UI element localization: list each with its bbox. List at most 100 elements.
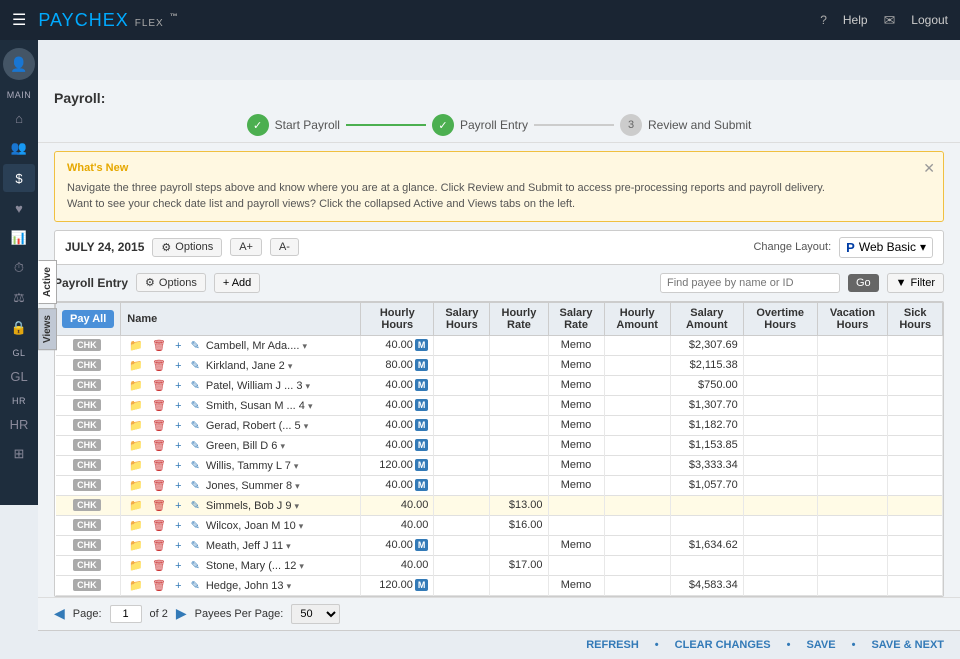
entry-options-button[interactable]: ⚙ Options [136,273,206,292]
delete-icon[interactable]: 🗑 [149,419,169,433]
folder-icon[interactable]: 📁 [126,339,146,353]
hamburger-icon[interactable]: ☰ [12,10,26,30]
save-link[interactable]: SAVE [806,639,835,651]
chevron-down-icon[interactable]: ▾ [295,501,300,511]
next-page-button[interactable]: ▶ [176,605,187,622]
folder-icon[interactable]: 📁 [126,519,146,533]
chevron-down-icon[interactable]: ▾ [308,401,313,411]
delete-icon[interactable]: 🗑 [149,499,169,513]
edit-icon[interactable]: ✎ [188,399,203,413]
increase-font-button[interactable]: A+ [230,238,262,256]
help-link[interactable]: Help [843,13,868,27]
folder-icon[interactable]: 📁 [126,579,146,593]
pay-all-button[interactable]: Pay All [62,310,114,328]
date-options-button[interactable]: ⚙ Options [152,238,222,257]
folder-icon[interactable]: 📁 [126,399,146,413]
edit-icon[interactable]: ✎ [188,439,203,453]
add-row-icon[interactable]: + [172,539,184,553]
folder-icon[interactable]: 📁 [126,499,146,513]
page-input[interactable] [110,605,142,623]
add-row-icon[interactable]: + [172,359,184,373]
filter-button[interactable]: ▼ Filter [887,273,944,293]
chevron-down-icon[interactable]: ▾ [295,481,300,491]
edit-icon[interactable]: ✎ [188,339,203,353]
delete-icon[interactable]: 🗑 [149,379,169,393]
clear-changes-link[interactable]: CLEAR CHANGES [675,639,771,651]
payees-per-page-select[interactable]: 50 25 100 [291,604,340,624]
delete-icon[interactable]: 🗑 [149,339,169,353]
sidebar-item-people[interactable]: 👥 [3,134,35,162]
sidebar-item-lock[interactable]: 🔒 [3,314,35,342]
edit-icon[interactable]: ✎ [188,499,203,513]
sidebar-item-benefits[interactable]: ♥ [3,194,35,222]
add-row-icon[interactable]: + [172,419,184,433]
add-row-icon[interactable]: + [172,579,184,593]
layout-selector[interactable]: P Web Basic ▾ [839,237,933,258]
chevron-down-icon[interactable]: ▾ [299,521,304,531]
sidebar-item-hr[interactable]: HR [3,410,35,438]
add-row-icon[interactable]: + [172,399,184,413]
chevron-down-icon[interactable]: ▾ [280,441,285,451]
delete-icon[interactable]: 🗑 [149,479,169,493]
edit-icon[interactable]: ✎ [188,459,203,473]
views-tab[interactable]: Views [38,308,57,350]
chevron-down-icon[interactable]: ▾ [306,381,311,391]
folder-icon[interactable]: 📁 [126,459,146,473]
search-input[interactable] [660,273,840,293]
chevron-down-icon[interactable]: ▾ [302,341,307,351]
chevron-down-icon[interactable]: ▾ [286,541,291,551]
message-icon[interactable]: ✉ [884,12,896,29]
refresh-link[interactable]: REFRESH [586,639,639,651]
decrease-font-button[interactable]: A- [270,238,299,256]
folder-icon[interactable]: 📁 [126,539,146,553]
delete-icon[interactable]: 🗑 [149,459,169,473]
sidebar-item-compliance[interactable]: ⚖ [3,284,35,312]
folder-icon[interactable]: 📁 [126,359,146,373]
delete-icon[interactable]: 🗑 [149,399,169,413]
go-button[interactable]: Go [848,274,879,292]
chevron-down-icon[interactable]: ▾ [299,561,304,571]
edit-icon[interactable]: ✎ [188,539,203,553]
chevron-down-icon[interactable]: ▾ [294,461,299,471]
edit-icon[interactable]: ✎ [188,559,203,573]
add-row-icon[interactable]: + [172,519,184,533]
folder-icon[interactable]: 📁 [126,439,146,453]
prev-page-button[interactable]: ◀ [54,605,65,622]
edit-icon[interactable]: ✎ [188,379,203,393]
delete-icon[interactable]: 🗑 [149,359,169,373]
close-icon[interactable]: ✕ [923,158,935,179]
edit-icon[interactable]: ✎ [188,419,203,433]
delete-icon[interactable]: 🗑 [149,559,169,573]
sidebar-item-reports[interactable]: 📊 [3,224,35,252]
add-row-icon[interactable]: + [172,499,184,513]
active-tab[interactable]: Active [38,260,57,304]
sidebar-item-time[interactable]: ⏱ [3,254,35,282]
edit-icon[interactable]: ✎ [188,479,203,493]
chevron-down-icon[interactable]: ▾ [287,581,292,591]
edit-icon[interactable]: ✎ [188,519,203,533]
delete-icon[interactable]: 🗑 [149,539,169,553]
edit-icon[interactable]: ✎ [188,359,203,373]
folder-icon[interactable]: 📁 [126,559,146,573]
chevron-down-icon[interactable]: ▾ [288,361,293,371]
delete-icon[interactable]: 🗑 [149,579,169,593]
sidebar-item-home[interactable]: ⌂ [3,104,35,132]
sidebar-item-gl[interactable]: GL [3,362,35,390]
add-row-icon[interactable]: + [172,479,184,493]
add-row-icon[interactable]: + [172,379,184,393]
add-button[interactable]: + Add [214,273,260,293]
folder-icon[interactable]: 📁 [126,419,146,433]
folder-icon[interactable]: 📁 [126,379,146,393]
logout-link[interactable]: Logout [911,13,948,27]
folder-icon[interactable]: 📁 [126,479,146,493]
save-next-link[interactable]: SAVE & NEXT [871,639,944,651]
chevron-down-icon[interactable]: ▾ [304,421,309,431]
delete-icon[interactable]: 🗑 [149,519,169,533]
sidebar-item-grid[interactable]: ⊞ [3,440,35,468]
add-row-icon[interactable]: + [172,459,184,473]
add-row-icon[interactable]: + [172,339,184,353]
sidebar-item-payroll[interactable]: $ [3,164,35,192]
add-row-icon[interactable]: + [172,439,184,453]
add-row-icon[interactable]: + [172,559,184,573]
delete-icon[interactable]: 🗑 [149,439,169,453]
